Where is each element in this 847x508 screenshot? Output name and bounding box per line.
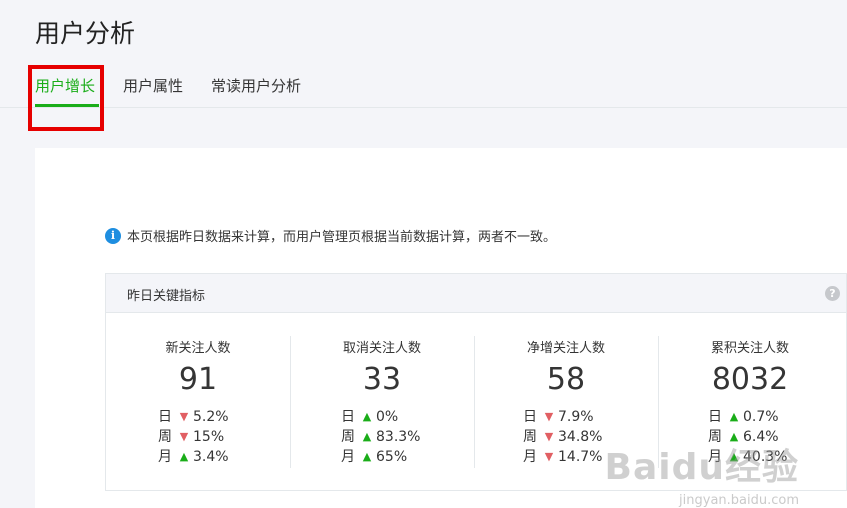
metric-value: 58 <box>546 362 586 397</box>
trend-percent: 7.9% <box>558 409 594 425</box>
trend-period: 月 <box>158 449 172 465</box>
trend-period: 日 <box>341 409 355 425</box>
metric-column: 取消关注人数 33 日 ▲ 0% 周 ▲ 83.3% 月 ▲ 65% <box>290 312 474 490</box>
trend-row: 日 ▲ 0% <box>341 407 420 427</box>
tab-user-attributes[interactable]: 用户属性 <box>123 75 183 96</box>
annotation-highlight-box <box>28 65 104 131</box>
trend-list: 日 ▲ 0% 周 ▲ 83.3% 月 ▲ 65% <box>341 407 420 467</box>
trend-percent: 0.7% <box>743 409 779 425</box>
watermark-url: jingyan.baidu.com <box>679 493 799 508</box>
notice-text: 本页根据昨日数据来计算，而用户管理页根据当前数据计算，两者不一致。 <box>127 230 557 245</box>
trend-list: 日 ▼ 5.2% 周 ▼ 15% 月 ▲ 3.4% <box>158 407 229 467</box>
arrow-down-icon: ▼ <box>544 450 554 463</box>
trend-percent: 3.4% <box>193 449 229 465</box>
trend-row: 周 ▼ 34.8% <box>523 427 602 447</box>
key-metrics-header: 昨日关键指标 ? <box>106 274 846 313</box>
arrow-up-icon: ▲ <box>729 410 739 423</box>
trend-row: 日 ▼ 5.2% <box>158 407 229 427</box>
arrow-up-icon: ▲ <box>362 430 372 443</box>
page-title: 用户分析 <box>35 19 136 48</box>
metric-value: 33 <box>362 362 402 397</box>
metric-value: 8032 <box>711 362 789 397</box>
trend-period: 日 <box>708 409 722 425</box>
trend-row: 月 ▼ 14.7% <box>523 447 602 467</box>
trend-period: 日 <box>158 409 172 425</box>
trend-percent: 14.7% <box>558 449 603 465</box>
metric-label: 新关注人数 <box>165 341 231 356</box>
tab-frequent-reader-analysis[interactable]: 常读用户分析 <box>211 75 301 96</box>
arrow-up-icon: ▲ <box>362 450 372 463</box>
metric-column: 新关注人数 91 日 ▼ 5.2% 周 ▼ 15% 月 ▲ 3.4% <box>106 312 290 490</box>
arrow-up-icon: ▲ <box>362 410 372 423</box>
metric-value: 91 <box>178 362 218 397</box>
metric-label: 净增关注人数 <box>526 341 605 356</box>
arrow-up-icon: ▲ <box>179 450 189 463</box>
trend-period: 月 <box>523 449 537 465</box>
trend-row: 周 ▲ 83.3% <box>341 427 420 447</box>
trend-row: 月 ▲ 3.4% <box>158 447 229 467</box>
trend-row: 周 ▼ 15% <box>158 427 229 447</box>
info-icon: i <box>105 227 121 244</box>
arrow-down-icon: ▼ <box>179 410 189 423</box>
watermark-logo: Baidu经验 <box>604 447 799 488</box>
arrow-down-icon: ▼ <box>544 410 554 423</box>
trend-percent: 83.3% <box>376 429 421 445</box>
arrow-down-icon: ▼ <box>544 430 554 443</box>
metric-label: 取消关注人数 <box>342 341 421 356</box>
trend-percent: 0% <box>376 409 399 425</box>
trend-period: 月 <box>341 449 355 465</box>
trend-row: 月 ▲ 65% <box>341 447 420 467</box>
trend-row: 日 ▼ 7.9% <box>523 407 602 427</box>
notice: i 本页根据昨日数据来计算，而用户管理页根据当前数据计算，两者不一致。 <box>105 226 556 245</box>
trend-percent: 34.8% <box>558 429 603 445</box>
trend-percent: 65% <box>376 449 408 465</box>
trend-percent: 15% <box>193 429 225 445</box>
trend-percent: 5.2% <box>193 409 229 425</box>
trend-period: 周 <box>158 429 172 445</box>
trend-period: 周 <box>523 429 537 445</box>
tab-bar: 用户增长 用户属性 常读用户分析 <box>0 72 847 108</box>
trend-row: 日 ▲ 0.7% <box>708 407 787 427</box>
trend-list: 日 ▼ 7.9% 周 ▼ 34.8% 月 ▼ 14.7% <box>523 407 602 467</box>
help-icon[interactable]: ? <box>825 286 840 301</box>
trend-period: 日 <box>523 409 537 425</box>
key-metrics-title: 昨日关键指标 <box>127 289 206 304</box>
trend-period: 周 <box>341 429 355 445</box>
metric-label: 累积关注人数 <box>710 341 789 356</box>
arrow-down-icon: ▼ <box>179 430 189 443</box>
